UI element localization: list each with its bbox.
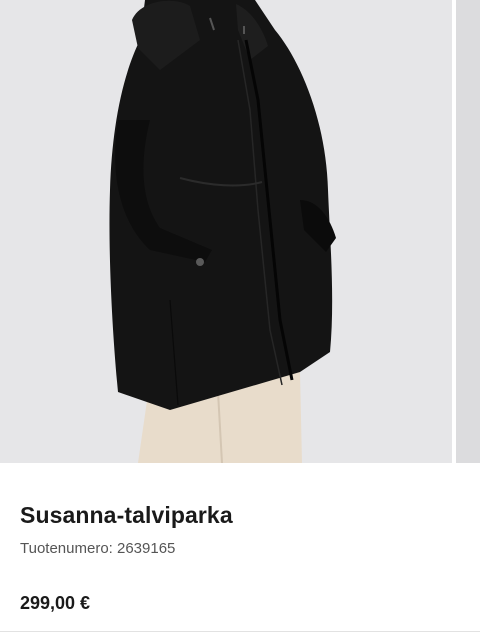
product-title[interactable]: Susanna-talviparka: [20, 502, 233, 529]
next-product-photo-peek[interactable]: [456, 0, 480, 463]
sleeve-snap: [196, 258, 204, 266]
bottom-divider: [0, 631, 480, 632]
product-photo[interactable]: [0, 0, 452, 463]
product-sku: Tuotenumero: 2639165: [20, 540, 176, 557]
product-image-carousel[interactable]: [0, 0, 480, 463]
parka-illustration: [109, 0, 336, 463]
product-price: 299,00 €: [20, 593, 91, 613]
